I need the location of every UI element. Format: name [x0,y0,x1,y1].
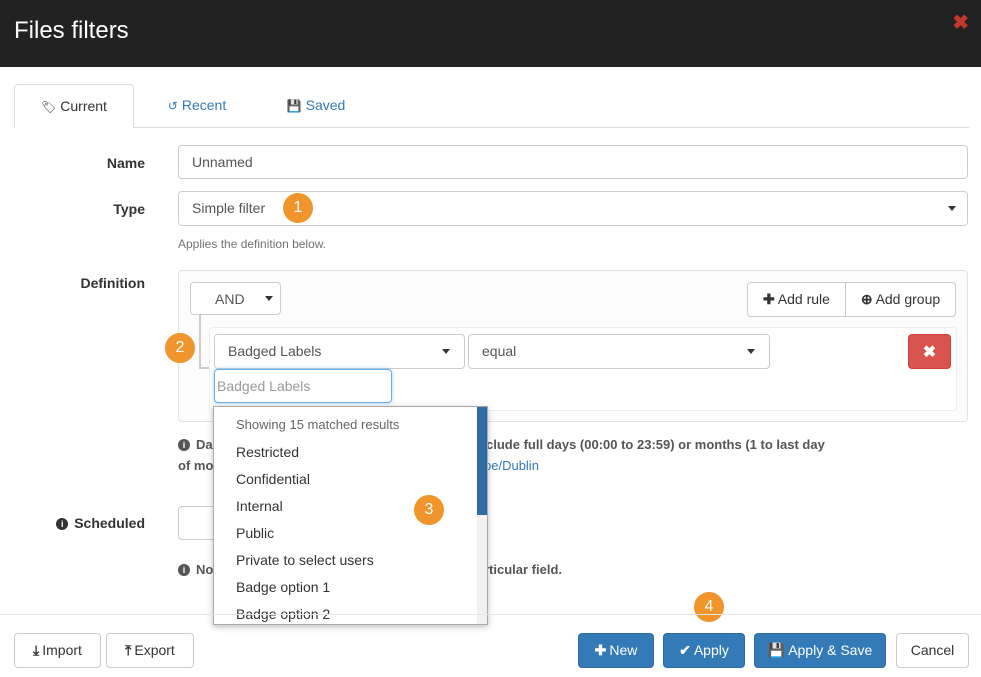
import-icon: ⤓ [33,642,40,658]
scheduled-label: i Scheduled [40,515,145,531]
cancel-button[interactable]: Cancel [896,633,969,668]
info-icon: i [178,564,190,576]
chevron-down-icon [442,349,450,354]
close-icon[interactable]: ✖ [952,10,969,35]
floppy-disk-icon: 💾 [286,99,302,113]
plus-icon: ✚ [594,642,607,658]
apply-save-label: Apply & Save [788,642,873,658]
type-value: Simple filter [192,200,266,216]
step-badge-4: 4 [694,592,724,622]
add-group-label: Add group [875,291,941,307]
add-rule-label: Add rule [777,291,830,307]
tab-saved-label: Saved [305,97,346,113]
check-icon: ✔ [679,642,691,658]
tag-icon: 🏷 [41,100,57,114]
tab-current-label: Current [60,98,107,114]
tab-recent-label: Recent [181,97,227,113]
dropdown-scroll-thumb[interactable] [477,407,487,515]
dialog-title: Files filters [14,17,129,44]
badged-labels-dropdown: Showing 15 matched results Restricted Co… [213,406,488,625]
option-confidential[interactable]: Confidential [236,471,310,487]
import-label: Import [42,642,82,658]
type-label: Type [113,201,145,217]
dropdown-scrollbar[interactable] [477,407,487,624]
scheduled-label-text: Scheduled [74,515,145,531]
import-button[interactable]: ⤓ Import [14,633,101,668]
step-badge-1: 1 [283,193,313,223]
add-group-button[interactable]: ⊕ Add group [845,282,956,317]
date-info-line-1: i Da [178,437,213,452]
type-help-text: Applies the definition below. [178,237,327,251]
tab-recent[interactable]: ↺ Recent [154,84,240,128]
info-icon: i [178,439,190,451]
rule-container: Badged Labels equal ✖ Badged Labels [209,327,957,411]
step-badge-3: 3 [414,495,444,525]
note-line: i No [178,562,213,577]
option-internal[interactable]: Internal [236,498,283,514]
condition-value: AND [215,291,245,307]
history-icon: ↺ [167,99,178,113]
name-value: Unnamed [192,154,253,170]
chevron-down-icon [747,349,755,354]
export-icon: ⤒ [125,642,132,658]
name-input[interactable]: Unnamed [178,145,968,179]
plus-circle-icon: ⊕ [860,291,873,307]
name-label: Name [106,155,145,171]
footer-divider [0,614,981,615]
tab-saved[interactable]: 💾 Saved [276,84,356,128]
chevron-down-icon [265,296,273,301]
option-private-to-select-users[interactable]: Private to select users [236,552,374,568]
query-builder: AND ✚ Add rule ⊕ Add group Badged Labels e… [178,270,968,422]
dialog-header: Files filters ✖ [0,0,981,67]
apply-label: Apply [693,642,729,658]
condition-select[interactable]: AND [190,282,281,315]
rule-operator-select[interactable]: equal [468,334,770,369]
option-public[interactable]: Public [236,525,274,541]
info-circle-icon: i [56,518,69,530]
note-start: No [196,562,214,577]
tab-current[interactable]: 🏷 Current [14,84,134,129]
tab-bar: 🏷 Current ↺ Recent 💾 Saved [14,84,969,129]
new-button[interactable]: ✚ New [578,633,654,668]
step-badge-2: 2 [165,333,195,363]
timezone-link[interactable]: pe/Dublin [484,458,539,473]
rule-value-placeholder: Badged Labels [217,378,311,394]
cancel-label: Cancel [910,642,955,658]
times-icon: ✖ [922,344,937,361]
save-icon: 💾 [767,642,786,658]
add-rule-button[interactable]: ✚ Add rule [747,282,846,317]
date-info-start: Da [196,437,213,452]
rule-operator-value: equal [482,343,517,359]
export-button[interactable]: ⤒ Export [106,633,194,668]
chevron-down-icon [948,206,956,211]
rule-field-value: Badged Labels [228,343,322,359]
date-info-line-1-end: clude full days (00:00 to 23:59) or mont… [486,437,825,452]
apply-save-button[interactable]: 💾 Apply & Save [754,633,886,668]
definition-label: Definition [80,275,145,291]
delete-rule-button[interactable]: ✖ [908,334,951,369]
note-end: rticular field. [484,562,563,577]
rule-value-input[interactable]: Badged Labels [214,369,392,403]
results-count: Showing 15 matched results [236,417,400,432]
date-info-line-2: of mo [178,458,214,473]
export-label: Export [134,642,175,658]
apply-button[interactable]: ✔ Apply [663,633,745,668]
plus-icon: ✚ [763,291,775,307]
option-restricted[interactable]: Restricted [236,444,299,460]
option-badge-option-1[interactable]: Badge option 1 [236,579,330,595]
new-label: New [609,642,638,658]
rule-field-select[interactable]: Badged Labels [214,334,465,369]
